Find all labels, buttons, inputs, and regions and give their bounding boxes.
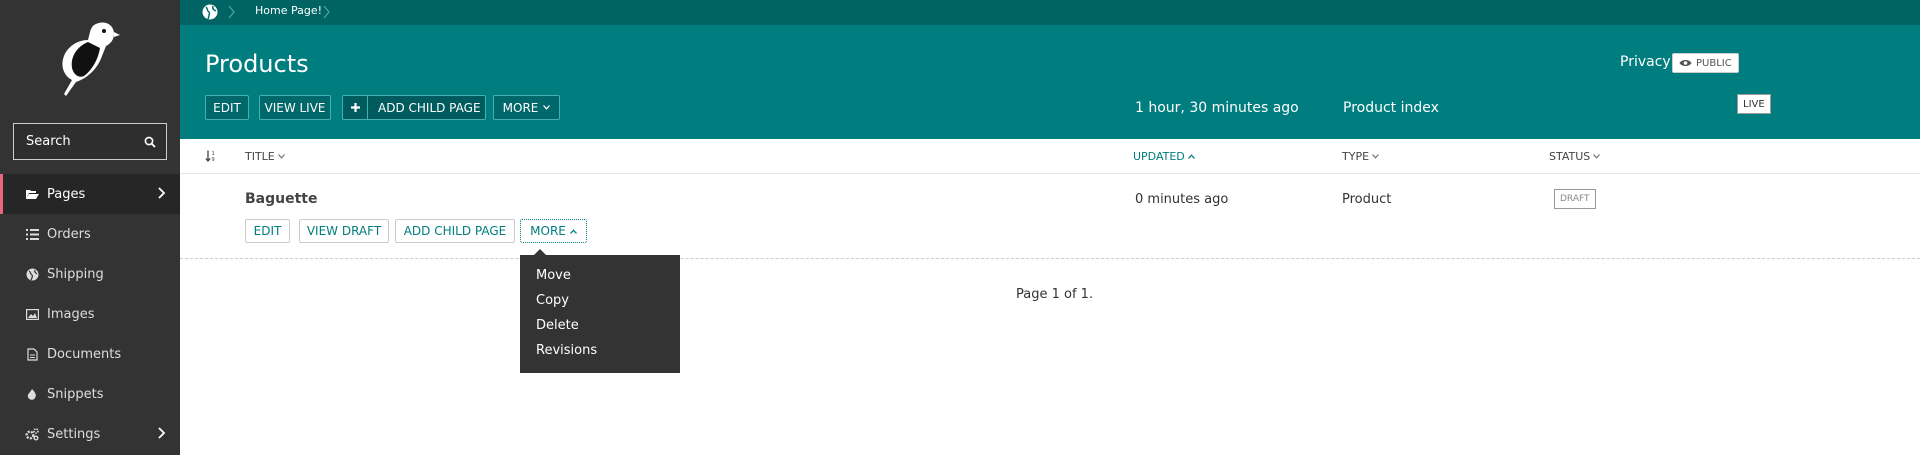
search-button[interactable] <box>134 124 166 159</box>
header-updated: 1 hour, 30 minutes ago <box>1135 100 1299 116</box>
chevron-down-icon <box>1372 154 1379 159</box>
sidebar-item-label: Shipping <box>47 266 104 282</box>
more-label: MORE <box>502 100 539 115</box>
menu-item-move[interactable]: Move <box>536 268 571 283</box>
header-add-child-page-button[interactable]: ADD CHILD PAGE <box>342 95 486 120</box>
globe-icon <box>25 267 39 281</box>
search-icon <box>144 136 156 148</box>
sidebar-item-pages[interactable]: Pages <box>0 174 180 214</box>
sidebar-item-label: Snippets <box>47 386 104 402</box>
row-updated: 0 minutes ago <box>1135 192 1229 207</box>
header-edit-button[interactable]: EDIT <box>205 95 249 120</box>
status-badge[interactable]: DRAFT <box>1554 189 1596 209</box>
column-updated-label: UPDATED <box>1133 150 1185 163</box>
sidebar-item-snippets[interactable]: Snippets <box>0 374 180 414</box>
privacy-public-button[interactable]: PUBLIC <box>1672 53 1739 73</box>
add-child-label: ADD CHILD PAGE <box>378 100 481 115</box>
table-header: 19 TITLE UPDATED TYPE STATUS <box>180 139 1920 174</box>
list-icon <box>25 227 39 241</box>
page-title: Products <box>205 50 309 78</box>
sidebar-search <box>13 123 167 160</box>
folder-open-icon <box>25 187 39 201</box>
sidebar-item-images[interactable]: Images <box>0 294 180 334</box>
wagtail-logo[interactable] <box>58 20 120 98</box>
sidebar-item-label: Settings <box>47 426 101 442</box>
image-icon <box>25 307 39 321</box>
breadcrumb-separator-icon <box>228 5 235 19</box>
row-add-child-page-button[interactable]: ADD CHILD PAGE <box>395 219 515 243</box>
column-header-type[interactable]: TYPE <box>1342 150 1379 163</box>
chevron-down-icon <box>543 105 551 110</box>
header-view-live-button[interactable]: VIEW LIVE <box>259 95 331 120</box>
sidebar-item-settings[interactable]: Settings <box>0 414 180 454</box>
status-badge[interactable]: LIVE <box>1737 94 1771 114</box>
app: Pages Orders Shipping Images Documents <box>0 0 1920 455</box>
sidebar-item-label: Orders <box>47 226 91 242</box>
sidebar-item-documents[interactable]: Documents <box>0 334 180 374</box>
more-label: MORE <box>530 224 566 238</box>
eye-icon <box>1679 60 1692 66</box>
row-edit-button[interactable]: EDIT <box>245 219 290 243</box>
menu-item-revisions[interactable]: Revisions <box>536 343 597 358</box>
chevron-down-icon <box>277 154 285 159</box>
column-header-status[interactable]: STATUS <box>1549 150 1601 163</box>
chevron-right-icon <box>158 187 166 199</box>
sidebar-menu: Pages Orders Shipping Images Documents S… <box>0 174 180 454</box>
cogs-icon <box>25 427 39 441</box>
plus-icon <box>343 96 368 119</box>
snippet-icon <box>25 387 39 401</box>
pagination-info: Page 1 of 1. <box>1016 287 1094 302</box>
row-type: Product <box>1342 192 1392 207</box>
sidebar-item-orders[interactable]: Orders <box>0 214 180 254</box>
breadcrumb-item-home[interactable]: Home Page! <box>255 4 322 17</box>
row-title-link[interactable]: Baguette <box>245 191 317 207</box>
menu-item-copy[interactable]: Copy <box>536 293 569 308</box>
column-status-label: STATUS <box>1549 150 1591 163</box>
breadcrumb-separator-icon <box>323 5 330 19</box>
sort-order-icon[interactable]: 19 <box>205 150 217 162</box>
sidebar: Pages Orders Shipping Images Documents <box>0 0 180 455</box>
chevron-up-icon <box>1187 154 1195 159</box>
menu-item-delete[interactable]: Delete <box>536 318 579 333</box>
chevron-down-icon <box>1593 154 1601 159</box>
table-row: Baguette 0 minutes ago Product DRAFT EDI… <box>180 174 1920 259</box>
privacy-label: Privacy <box>1620 54 1671 70</box>
document-icon <box>25 347 39 361</box>
more-dropdown-menu: Move Copy Delete Revisions <box>520 249 680 373</box>
row-more-button[interactable]: MORE <box>520 219 587 243</box>
svg-text:9: 9 <box>212 157 215 162</box>
privacy-badge-label: PUBLIC <box>1696 57 1732 69</box>
page-header: Home Page! Products Privacy PUBLIC EDIT … <box>180 0 1920 139</box>
sidebar-item-shipping[interactable]: Shipping <box>0 254 180 294</box>
header-more-button[interactable]: MORE <box>493 95 560 120</box>
column-header-title[interactable]: TITLE <box>245 150 285 163</box>
sidebar-item-label: Pages <box>47 186 86 202</box>
row-view-draft-button[interactable]: VIEW DRAFT <box>299 219 389 243</box>
column-type-label: TYPE <box>1342 150 1370 163</box>
column-header-updated[interactable]: UPDATED <box>1133 150 1195 163</box>
breadcrumb: Home Page! <box>180 0 1920 25</box>
search-input[interactable] <box>14 124 134 159</box>
chevron-up-icon <box>569 228 577 234</box>
sidebar-item-label: Documents <box>47 346 122 362</box>
chevron-right-icon <box>158 427 166 439</box>
column-title-label: TITLE <box>245 150 275 163</box>
header-type: Product index <box>1343 100 1439 116</box>
sidebar-item-label: Images <box>47 306 95 322</box>
globe-icon[interactable] <box>202 4 218 20</box>
